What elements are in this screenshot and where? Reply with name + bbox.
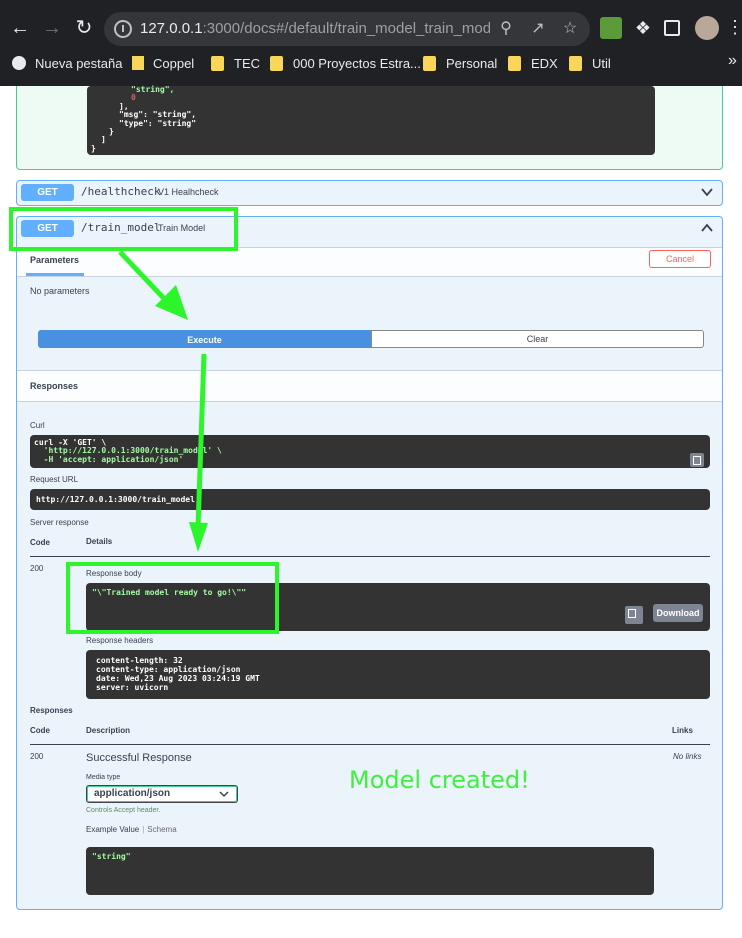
bookmark-nueva-pestana[interactable]: Nueva pestaña	[12, 56, 122, 71]
endpoint-summary: V1 Healhcheck	[158, 187, 219, 197]
controls-accept-text: Controls Accept header.	[86, 807, 161, 814]
swagger-page: "string", 0 ], "msg": "string", "type": …	[0, 85, 742, 938]
healthcheck-endpoint[interactable]: GET /healthcheck V1 Healhcheck	[16, 180, 723, 206]
copy-icon[interactable]	[690, 453, 704, 467]
response-headers-code: content-length: 32 content-type: applica…	[86, 650, 710, 699]
links-header: Links	[672, 726, 693, 735]
response-code: 200	[30, 564, 44, 573]
endpoint-path: /healthcheck	[81, 185, 161, 198]
parameters-header	[17, 247, 722, 277]
address-bar[interactable]: 127.0.0.1:3000/docs#/default/train_model…	[104, 12, 590, 46]
share-icon[interactable]: ↗	[528, 19, 548, 39]
copy-response-icon[interactable]	[625, 606, 643, 624]
bookmark-coppel[interactable]: Coppel	[132, 56, 194, 71]
menu-icon[interactable]: ⋮	[726, 18, 742, 40]
doc-code-header: Code	[30, 726, 50, 735]
model-created-annotation: Model created!	[349, 766, 530, 794]
tab-schema[interactable]: Schema	[147, 825, 176, 834]
folder-icon	[423, 56, 436, 71]
site-info-icon[interactable]	[114, 20, 132, 38]
bookmark-edx[interactable]: EDX	[508, 56, 558, 71]
back-icon[interactable]: ←	[8, 16, 32, 40]
bookmark-proyectos[interactable]: 000 Proyectos Estra...	[270, 56, 421, 71]
no-parameters-text: No parameters	[30, 286, 90, 296]
tab-underline	[26, 273, 84, 276]
reload-icon[interactable]: ↻	[72, 16, 96, 40]
curl-code: curl -X 'GET' \ 'http://127.0.0.1:3000/t…	[30, 435, 710, 468]
responses-header	[17, 370, 722, 402]
schema-code: "string", 0 ], "msg": "string", "type": …	[87, 85, 655, 155]
responses-title: Responses	[30, 381, 79, 391]
chevron-down-icon	[219, 791, 229, 798]
details-header: Details	[86, 537, 113, 546]
highlight-box-response	[66, 562, 279, 634]
folder-icon	[211, 56, 224, 71]
side-panel-icon[interactable]	[664, 20, 680, 36]
request-url-code: http://127.0.0.1:3000/train_model	[30, 489, 710, 510]
doc-response-code: 200	[30, 752, 44, 761]
example-value-code: "string"	[86, 847, 654, 895]
divider	[30, 556, 710, 557]
bookmark-favicon	[132, 56, 144, 70]
download-button[interactable]: Download	[653, 604, 703, 622]
bookmarks-bar: Nueva pestaña Coppel TEC 000 Proyectos E…	[0, 50, 742, 80]
extension-icon[interactable]	[600, 17, 622, 39]
folder-icon	[508, 56, 521, 71]
bookmark-util[interactable]: Util	[569, 56, 611, 71]
globe-icon	[12, 56, 26, 70]
clear-button[interactable]: Clear	[371, 330, 704, 348]
responses-doc-label: Responses	[30, 706, 73, 715]
previous-response-schema: "string", 0 ], "msg": "string", "type": …	[16, 85, 723, 170]
folder-icon	[569, 56, 582, 71]
bookmark-star-icon[interactable]: ☆	[560, 19, 580, 39]
execute-button[interactable]: Execute	[38, 330, 371, 348]
bookmark-personal[interactable]: Personal	[423, 56, 497, 71]
cancel-button[interactable]: Cancel	[649, 250, 711, 268]
extensions-puzzle-icon[interactable]: ❖	[632, 17, 654, 39]
doc-description: Successful Response	[86, 752, 192, 764]
highlight-box-endpoint	[9, 207, 238, 251]
forward-icon[interactable]: →	[40, 16, 64, 40]
request-url-label: Request URL	[30, 475, 79, 484]
code-header: Code	[30, 538, 50, 547]
method-badge: GET	[21, 184, 74, 201]
tab-parameters[interactable]: Parameters	[30, 255, 79, 265]
chevron-down-icon[interactable]	[700, 185, 714, 199]
no-links-text: No links	[673, 752, 702, 761]
server-response-label: Server response	[30, 518, 89, 527]
msg-line: "msg": "string",	[119, 110, 197, 120]
folder-icon	[270, 56, 283, 71]
curl-label: Curl	[30, 421, 45, 430]
zoom-icon[interactable]: ⚲	[496, 19, 516, 39]
description-header: Description	[86, 726, 131, 735]
divider	[30, 744, 710, 745]
bookmark-tec[interactable]: TEC	[211, 56, 260, 71]
media-type-select[interactable]: application/json	[86, 785, 238, 803]
tab-example-value[interactable]: Example Value | Schema	[86, 825, 177, 834]
response-headers-label: Response headers	[86, 636, 154, 645]
media-type-label: Media type	[86, 774, 121, 781]
browser-toolbar: ← → ↻ 127.0.0.1:3000/docs#/default/train…	[0, 0, 742, 86]
more-bookmarks-icon[interactable]: »	[728, 52, 737, 70]
url-text[interactable]: 127.0.0.1:3000/docs#/default/train_model…	[140, 20, 490, 37]
chevron-up-icon[interactable]	[700, 221, 714, 235]
profile-avatar[interactable]	[695, 16, 719, 40]
